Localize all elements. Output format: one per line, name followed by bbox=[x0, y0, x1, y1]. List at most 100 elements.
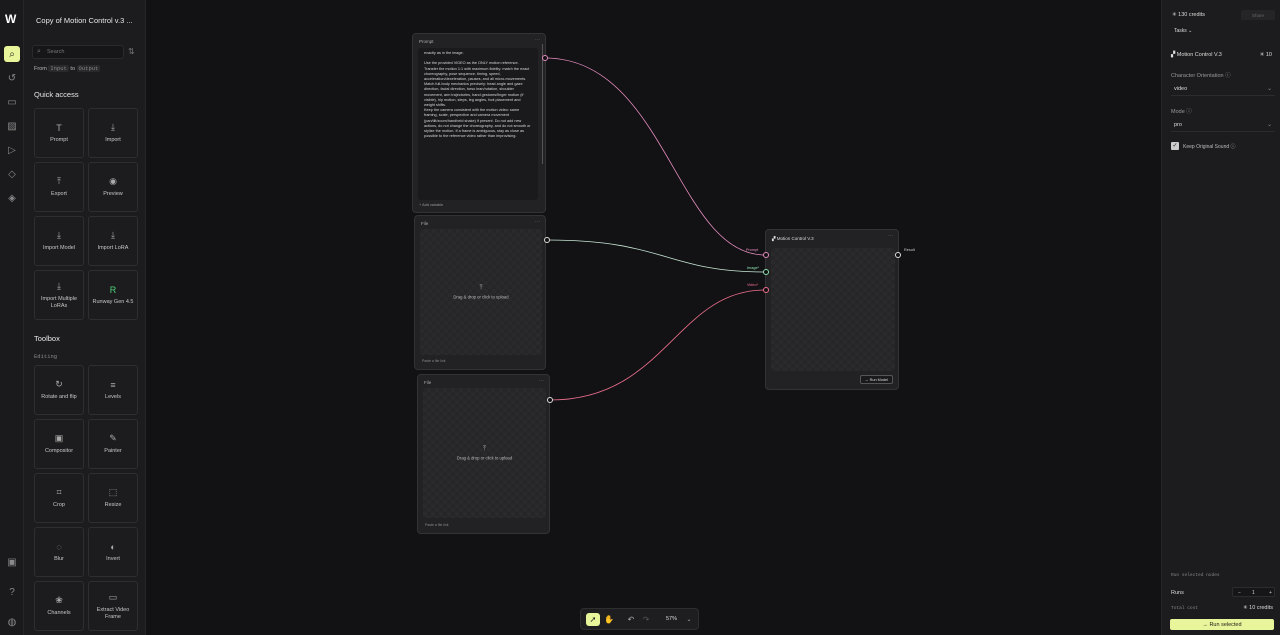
file-node-2[interactable]: File ··· ⤒ Drag & drop or click to uploa… bbox=[417, 374, 550, 534]
connection-wires bbox=[544, 57, 766, 401]
motion-control-node[interactable]: ▞ Motion Control V.3 ··· → Run Model bbox=[765, 229, 899, 390]
more-icon[interactable]: ··· bbox=[888, 233, 893, 239]
runs-value[interactable]: 1 bbox=[1252, 590, 1255, 596]
decrement-button[interactable]: − bbox=[1238, 590, 1241, 596]
search-placeholder: Search bbox=[47, 49, 65, 55]
from-to-filter[interactable]: From Input to Output bbox=[34, 65, 101, 72]
image-icon[interactable]: ▨ bbox=[4, 118, 20, 134]
info-icon[interactable]: ⓘ bbox=[1231, 144, 1236, 150]
video-input-port[interactable] bbox=[763, 287, 769, 293]
tile-preview[interactable]: ◉ Preview bbox=[88, 162, 138, 212]
download-icon: ⤓ bbox=[57, 280, 61, 291]
run-selected-button[interactable]: → Run selected bbox=[1170, 619, 1274, 630]
node-header: File bbox=[424, 380, 432, 385]
input-tag[interactable]: Input bbox=[48, 65, 69, 72]
info-icon[interactable]: ⓘ bbox=[1186, 109, 1192, 115]
hand-pan-icon[interactable]: ✋ bbox=[602, 613, 616, 626]
file-link-input[interactable]: Paste a file link bbox=[422, 359, 446, 363]
upload-dropzone[interactable]: ⤒ Drag & drop or click to upload bbox=[423, 388, 546, 518]
upload-dropzone[interactable]: ⤒ Drag & drop or click to upload bbox=[420, 229, 542, 355]
tile-import-multiple-loras[interactable]: ⤓ Import Multiple LoRAs bbox=[34, 270, 84, 320]
briefcase-icon[interactable]: ▭ bbox=[4, 94, 20, 110]
run-model-button[interactable]: → Run Model bbox=[859, 375, 893, 384]
upload-icon: ⤒ bbox=[57, 176, 61, 186]
mode-select[interactable]: pro ⌄ bbox=[1171, 118, 1275, 132]
runs-label: Runs bbox=[1171, 590, 1184, 596]
tile-label: Import Multiple LoRAs bbox=[40, 295, 78, 309]
output-tag[interactable]: Output bbox=[76, 65, 101, 72]
more-icon[interactable]: ··· bbox=[535, 37, 540, 43]
search-input[interactable]: ⌕ Search bbox=[32, 45, 124, 59]
tile-rotate-flip[interactable]: ↻ Rotate and flip bbox=[34, 365, 84, 415]
tag-icon[interactable]: ◈ bbox=[4, 190, 20, 206]
tile-prompt[interactable]: T Prompt bbox=[34, 108, 84, 158]
increment-button[interactable]: + bbox=[1269, 590, 1272, 596]
add-variable-button[interactable]: + Add variable bbox=[419, 203, 443, 207]
scrollbar[interactable] bbox=[541, 44, 543, 164]
tile-compositor[interactable]: ▣ Compositor bbox=[34, 419, 84, 469]
runs-stepper[interactable]: − 1 + bbox=[1232, 587, 1275, 597]
node-canvas[interactable]: Prompt ··· exactly as in the image. Use … bbox=[146, 0, 1161, 635]
tile-blur[interactable]: ◌ Blur bbox=[34, 527, 84, 577]
file-1-output-port[interactable] bbox=[544, 237, 550, 243]
total-cost: ✳ 10 credits bbox=[1243, 605, 1273, 611]
download-icon: ⤓ bbox=[111, 230, 115, 240]
tile-levels[interactable]: ≡ Levels bbox=[88, 365, 138, 415]
frame-icon: ▭ bbox=[108, 591, 118, 602]
help-icon[interactable]: ? bbox=[4, 584, 20, 600]
tasks-dropdown[interactable]: Tasks ⌄ bbox=[1174, 28, 1192, 34]
file-2-output-port[interactable] bbox=[547, 397, 553, 403]
redo-icon[interactable]: ↷ bbox=[639, 613, 653, 626]
chevron-down-icon[interactable]: ⌄ bbox=[682, 613, 696, 626]
rotate-icon: ↻ bbox=[55, 379, 63, 389]
port-label-video: Video* bbox=[747, 283, 759, 287]
tile-painter[interactable]: ✎ Painter bbox=[88, 419, 138, 469]
file-node-1[interactable]: File ··· ⤒ Drag & drop or click to uploa… bbox=[414, 215, 546, 370]
runway-icon: R bbox=[109, 284, 117, 295]
prompt-input-port[interactable] bbox=[763, 252, 769, 258]
port-label-prompt: Prompt bbox=[746, 248, 759, 252]
tile-extract-video-frame[interactable]: ▭ Extract Video Frame bbox=[88, 581, 138, 631]
tile-import-lora[interactable]: ⤓ Import LoRA bbox=[88, 216, 138, 266]
credits-display: ✳ 130 credits bbox=[1172, 12, 1205, 18]
orientation-select[interactable]: video ⌄ bbox=[1171, 82, 1275, 96]
tile-channels[interactable]: ❀ Channels bbox=[34, 581, 84, 631]
more-icon[interactable]: ··· bbox=[539, 378, 544, 384]
select-cursor-icon[interactable]: ➚ bbox=[586, 613, 600, 626]
tile-import[interactable]: ⤓ Import bbox=[88, 108, 138, 158]
gallery-icon[interactable]: ▣ bbox=[4, 554, 20, 570]
tile-import-model[interactable]: ⤓ Import Model bbox=[34, 216, 84, 266]
file-link-input[interactable]: Paste a file link bbox=[425, 523, 449, 527]
upload-icon: ⤒ bbox=[479, 284, 483, 292]
app-logo[interactable]: W bbox=[5, 12, 19, 26]
mode-label-text: Mode bbox=[1171, 109, 1185, 115]
tile-export[interactable]: ⤒ Export bbox=[34, 162, 84, 212]
prompt-textarea[interactable]: exactly as in the image. Use the provide… bbox=[418, 48, 538, 200]
tile-runway-gen[interactable]: R Runway Gen 4.5 bbox=[88, 270, 138, 320]
info-icon[interactable]: ⓘ bbox=[1225, 73, 1231, 79]
tile-crop[interactable]: ⌗ Crop bbox=[34, 473, 84, 523]
tile-label: Rotate and flip bbox=[41, 394, 77, 400]
history-icon[interactable]: ↺ bbox=[4, 70, 20, 86]
zoom-level[interactable]: 57% bbox=[666, 616, 677, 622]
discord-icon[interactable]: ◍ bbox=[4, 614, 20, 630]
video-icon[interactable]: ▷ bbox=[4, 142, 20, 158]
undo-icon[interactable]: ↶ bbox=[624, 613, 638, 626]
filter-icon[interactable]: ⇅ bbox=[128, 47, 135, 56]
image-input-port[interactable] bbox=[763, 269, 769, 275]
share-button[interactable]: Share bbox=[1241, 10, 1275, 20]
tile-resize[interactable]: ⬚ Resize bbox=[88, 473, 138, 523]
tile-invert[interactable]: ◐ Invert bbox=[88, 527, 138, 577]
nodes-panel: Copy of Motion Control v.3 ... ⌕ Search … bbox=[24, 0, 146, 635]
prompt-output-port[interactable] bbox=[542, 55, 548, 61]
node-header: Prompt bbox=[419, 39, 434, 44]
search-icon[interactable]: ⌕ bbox=[4, 46, 20, 62]
blur-icon: ◌ bbox=[56, 541, 62, 552]
prompt-node[interactable]: Prompt ··· exactly as in the image. Use … bbox=[412, 33, 546, 213]
workflow-title[interactable]: Copy of Motion Control v.3 ... bbox=[36, 16, 133, 25]
keep-sound-checkbox[interactable]: ✓ bbox=[1171, 142, 1179, 150]
result-output-port[interactable] bbox=[895, 252, 901, 258]
cube-icon[interactable]: ◇ bbox=[4, 166, 20, 182]
tile-label: Import Model bbox=[42, 245, 76, 251]
more-icon[interactable]: ··· bbox=[535, 219, 540, 225]
